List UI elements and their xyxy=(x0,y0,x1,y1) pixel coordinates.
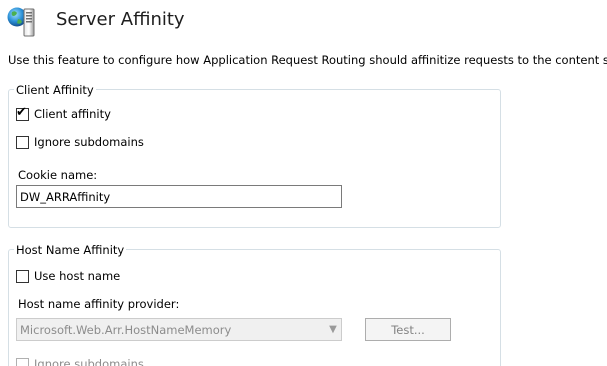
host-name-affinity-legend: Host Name Affinity xyxy=(14,242,127,258)
client-affinity-checkbox-row[interactable]: ✔ Client affinity xyxy=(16,104,111,122)
use-host-name-checkbox-label: Use host name xyxy=(34,269,121,283)
checkmark-icon: ✔ xyxy=(16,104,27,120)
host-name-affinity-provider-label: Host name affinity provider: xyxy=(18,297,180,311)
host-ignore-subdomains-checkbox-label: Ignore subdomains xyxy=(34,357,144,366)
client-affinity-legend: Client Affinity xyxy=(14,82,96,98)
test-button[interactable]: Test... xyxy=(365,318,451,341)
server-globe-icon xyxy=(7,7,35,37)
use-host-name-checkbox[interactable] xyxy=(16,269,29,283)
ignore-subdomains-checkbox[interactable] xyxy=(16,135,29,149)
host-name-affinity-provider-select[interactable]: Microsoft.Web.Arr.HostNameMemory ▼ xyxy=(16,318,342,341)
host-ignore-subdomains-checkbox-row[interactable]: Ignore subdomains xyxy=(16,356,144,366)
ignore-subdomains-checkbox-row[interactable]: Ignore subdomains xyxy=(16,134,144,150)
client-affinity-checkbox-label: Client affinity xyxy=(34,107,111,121)
cookie-name-input[interactable] xyxy=(16,185,342,208)
host-name-affinity-provider-value: Microsoft.Web.Arr.HostNameMemory xyxy=(20,322,232,337)
use-host-name-checkbox-row[interactable]: Use host name xyxy=(16,268,120,284)
feature-description: Use this feature to configure how Applic… xyxy=(8,53,607,67)
ignore-subdomains-checkbox-label: Ignore subdomains xyxy=(34,135,144,149)
client-affinity-checkbox[interactable]: ✔ xyxy=(16,104,29,121)
server-affinity-page: Server Affinity Use this feature to conf… xyxy=(0,0,607,366)
cookie-name-label: Cookie name: xyxy=(18,168,98,182)
page-title: Server Affinity xyxy=(56,9,185,30)
host-ignore-subdomains-checkbox[interactable] xyxy=(16,357,29,366)
chevron-down-icon[interactable]: ▼ xyxy=(325,324,341,335)
